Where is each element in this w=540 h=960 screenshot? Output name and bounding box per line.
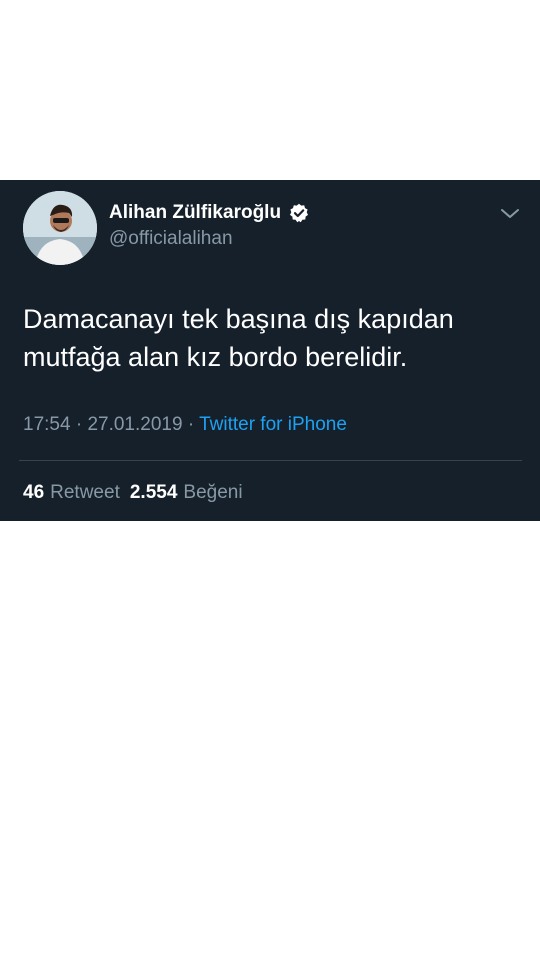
like-count: 2.554 — [129, 482, 178, 503]
tweet-time[interactable]: 17:54 — [23, 414, 71, 435]
avatar[interactable] — [23, 191, 97, 265]
retweet-stat[interactable]: 46 Retweet — [23, 482, 120, 504]
author-display-name[interactable]: Alihan Zülfikaroğlu — [109, 202, 281, 224]
tweet-stats: 46 Retweet 2.554 Beğeni — [23, 482, 243, 504]
verified-badge-icon — [289, 203, 309, 223]
page: Alihan Zülfikaroğlu @officialalihan Dama… — [0, 0, 540, 960]
tweet-text-line-2: mutfağa alan kız bordo berelidir. — [23, 342, 408, 372]
author-name-row: Alihan Zülfikaroğlu — [109, 202, 309, 224]
tweet-date[interactable]: 27.01.2019 — [87, 414, 182, 435]
retweet-count: 46 — [23, 482, 45, 503]
author-handle[interactable]: @officialalihan — [109, 228, 233, 250]
meta-separator: · — [75, 414, 83, 435]
tweet-meta: 17:54 · 27.01.2019 · Twitter for iPhone — [23, 414, 347, 436]
tweet-text-line-1: Damacanayı tek başına dış kapıdan — [23, 304, 454, 334]
chevron-down-icon[interactable] — [498, 204, 522, 224]
tweet-card: Alihan Zülfikaroğlu @officialalihan Dama… — [0, 180, 540, 521]
divider — [19, 460, 522, 461]
tweet-text: Damacanayı tek başına dış kapıdan mutfağ… — [23, 300, 523, 376]
meta-separator: · — [187, 414, 195, 435]
retweet-label: Retweet — [50, 482, 120, 503]
like-label: Beğeni — [183, 482, 243, 503]
tweet-source-link[interactable]: Twitter for iPhone — [199, 414, 347, 435]
like-stat[interactable]: 2.554 Beğeni — [130, 482, 243, 504]
avatar-photo — [23, 191, 97, 265]
